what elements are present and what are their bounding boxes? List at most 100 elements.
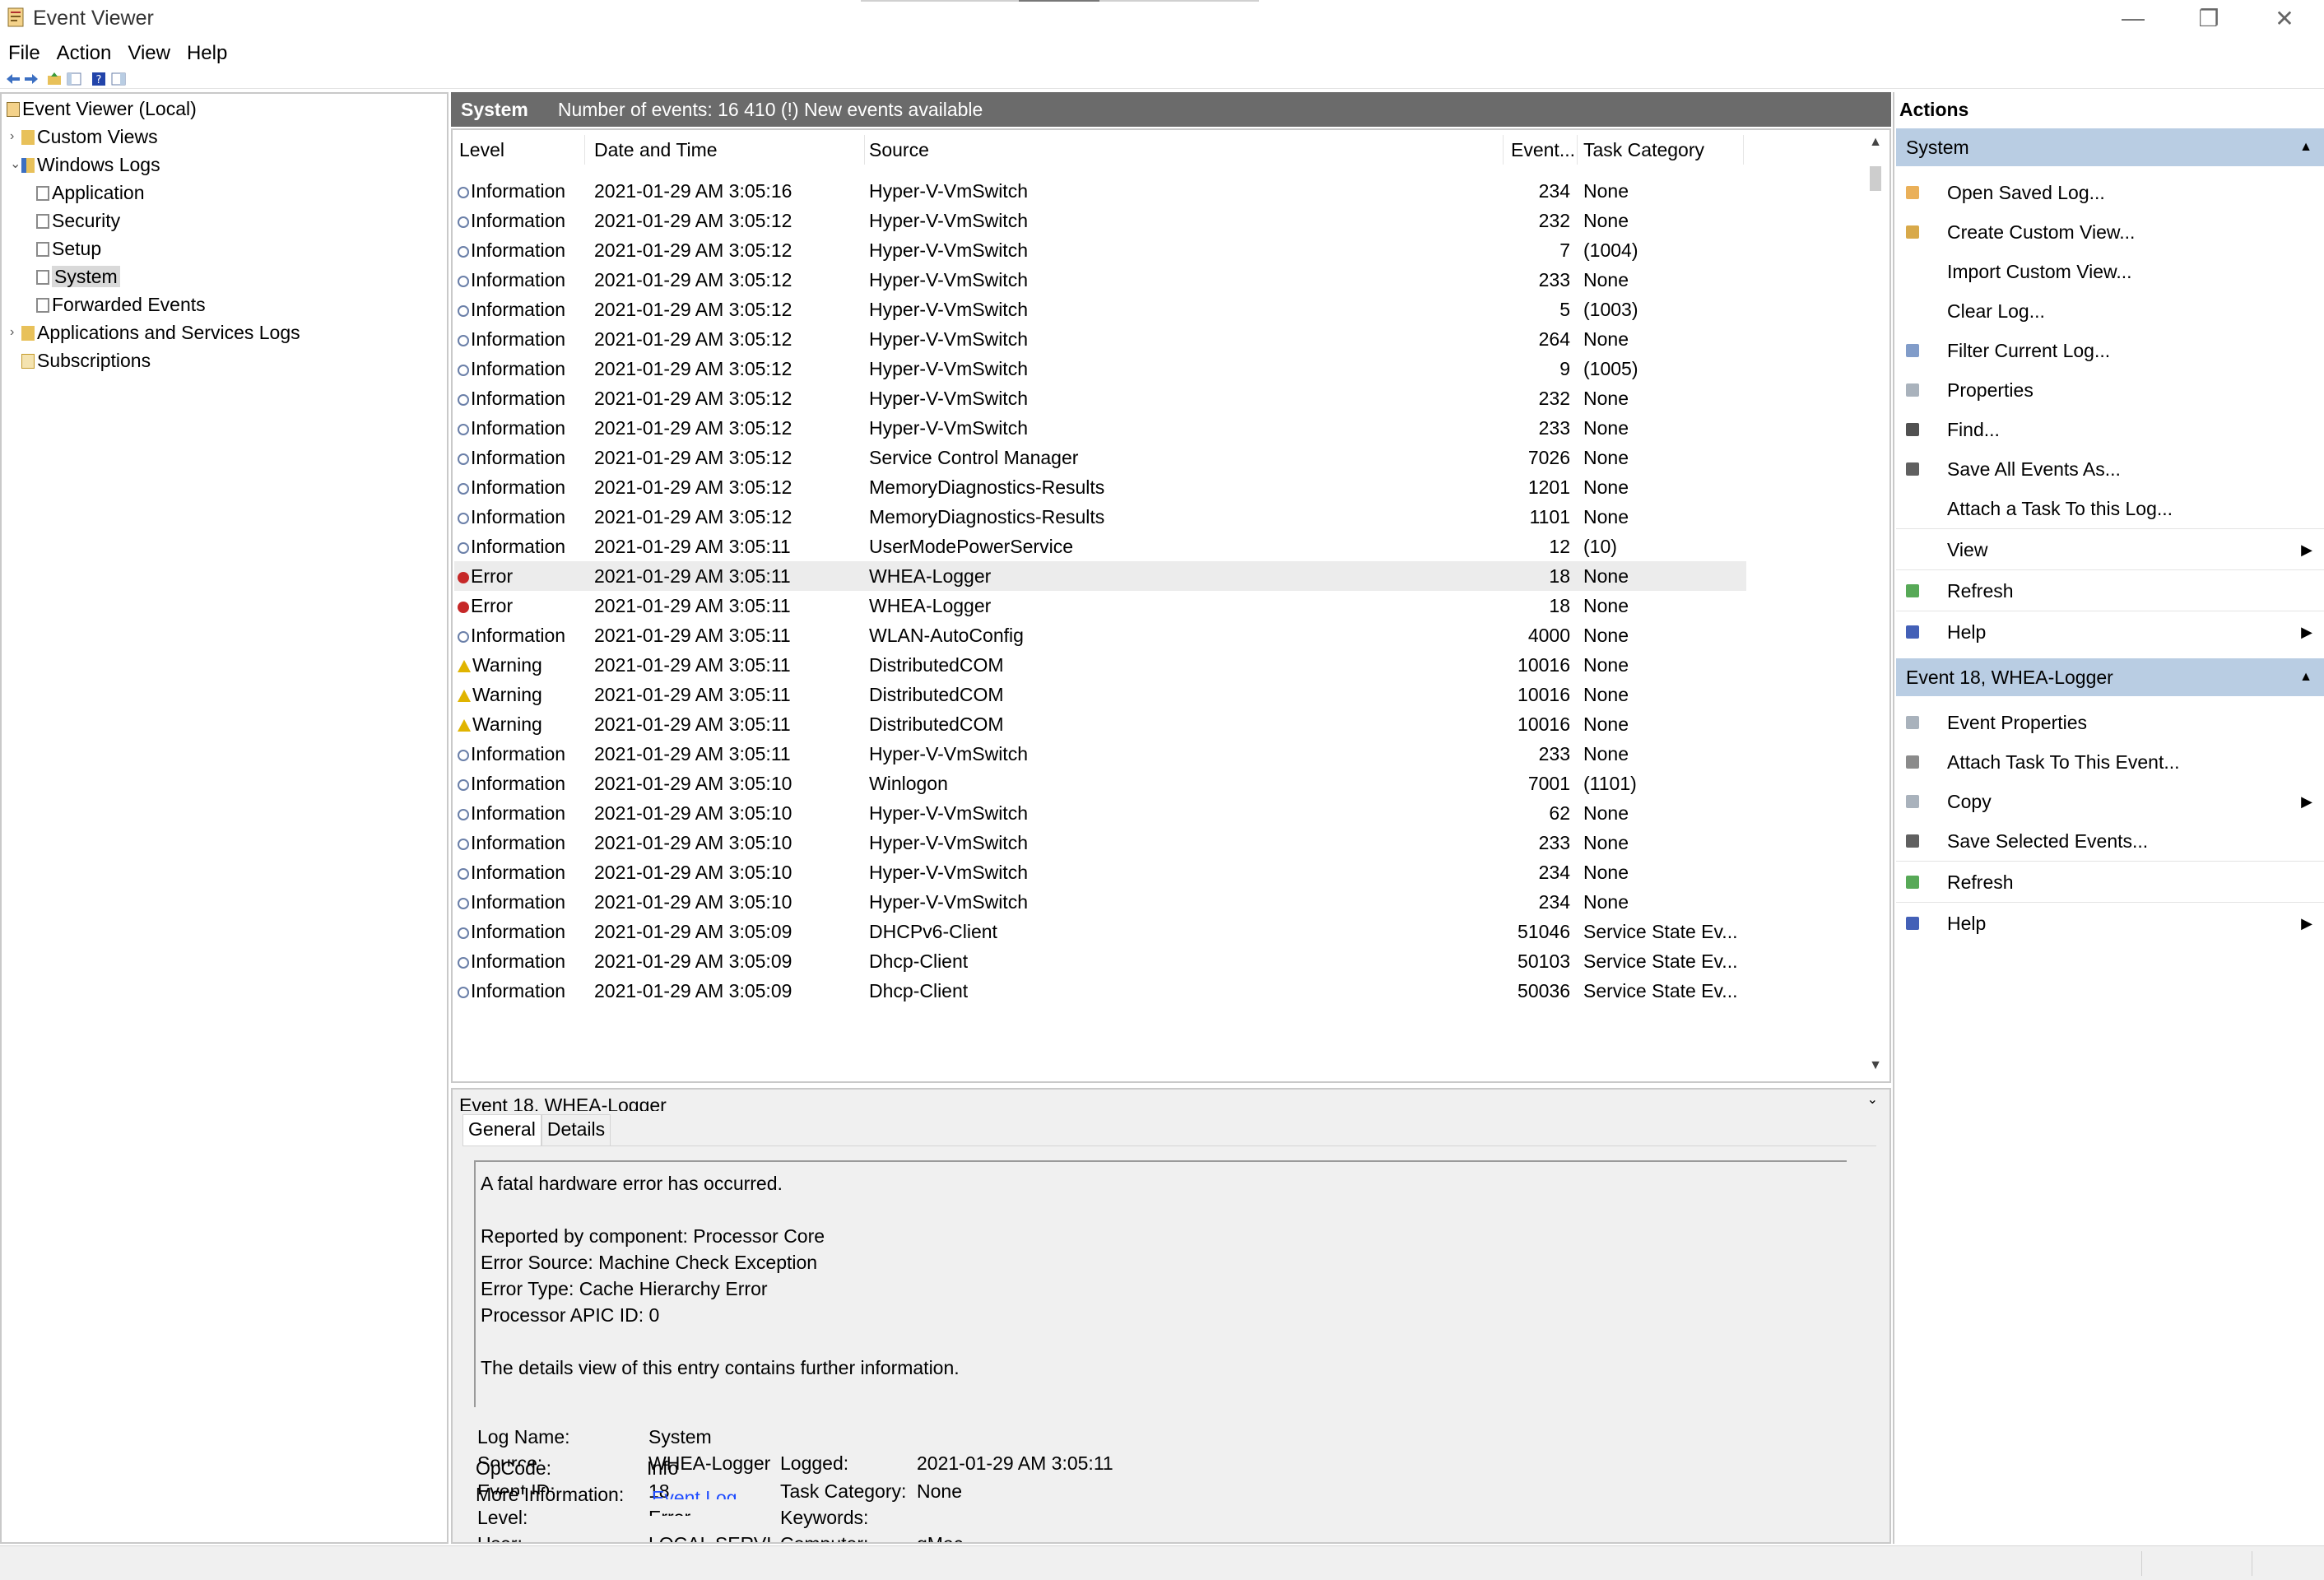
- tree-item-setup[interactable]: Setup: [36, 235, 101, 262]
- vertical-scrollbar[interactable]: ▲ ▼: [1862, 130, 1889, 1081]
- tree-item-subscriptions[interactable]: Subscriptions: [21, 347, 151, 374]
- event-row[interactable]: Warning 2021-01-29 AM 3:05:11 DistributedC…: [454, 709, 1746, 739]
- scroll-up-icon[interactable]: ▲: [1862, 130, 1889, 155]
- actions-section-event[interactable]: Event 18, WHEA-Logger ▲: [1896, 658, 2324, 696]
- event-row[interactable]: Warning 2021-01-29 AM 3:05:11 DistributedC…: [454, 650, 1746, 680]
- task-category-cell: None: [1583, 476, 1629, 498]
- event-row[interactable]: Information 2021-01-29 AM 3:05:10 Hyper-V-…: [454, 887, 1746, 917]
- event-row[interactable]: Information 2021-01-29 AM 3:05:12 Hyper-V-…: [454, 324, 1746, 354]
- collapse-section-icon[interactable]: ▲: [2299, 128, 2312, 166]
- level-text: Information: [471, 921, 566, 942]
- tab-details[interactable]: Details: [541, 1114, 611, 1146]
- event-id-cell: 62: [1549, 802, 1570, 824]
- tree-item-forwarded-events[interactable]: Forwarded Events: [36, 291, 206, 318]
- event-row[interactable]: Information 2021-01-29 AM 3:05:12 Hyper-V-…: [454, 413, 1746, 443]
- event-row[interactable]: Warning 2021-01-29 AM 3:05:11 DistributedC…: [454, 680, 1746, 709]
- expand-icon[interactable]: ›: [10, 319, 14, 346]
- tree-item-root[interactable]: Event Viewer (Local): [7, 95, 197, 122]
- action-open-saved-log[interactable]: Open Saved Log...: [1896, 173, 2324, 212]
- tree-item-windows-logs[interactable]: ⌄ Windows Logs: [10, 151, 160, 178]
- minimize-button[interactable]: —: [2095, 0, 2171, 36]
- column-task-category[interactable]: Task Category: [1583, 133, 1704, 166]
- show-hide-action-pane-icon[interactable]: [110, 71, 127, 87]
- column-separator[interactable]: [1577, 135, 1578, 165]
- action-save-selected-events[interactable]: Save Selected Events...: [1896, 821, 2324, 861]
- event-row[interactable]: Information 2021-01-29 AM 3:05:10 Hyper-V-…: [454, 857, 1746, 887]
- date-cell: 2021-01-29 AM 3:05:10: [594, 832, 792, 853]
- action-help[interactable]: Help ▶: [1896, 904, 2324, 943]
- action-attach-a-task-to-this-log[interactable]: Attach a Task To this Log...: [1896, 489, 2324, 528]
- show-hide-tree-icon[interactable]: [66, 71, 82, 87]
- event-row[interactable]: Information 2021-01-29 AM 3:05:10 Winlogon…: [454, 769, 1746, 798]
- event-row[interactable]: Information 2021-01-29 AM 3:05:11 WLAN-Aut…: [454, 620, 1746, 650]
- event-row[interactable]: Error 2021-01-29 AM 3:05:11 WHEA-Logger 18 N…: [454, 591, 1746, 620]
- action-save-all-events-as[interactable]: Save All Events As...: [1896, 449, 2324, 489]
- tree-item-system[interactable]: System: [36, 263, 120, 290]
- column-separator[interactable]: [864, 135, 865, 165]
- help-icon[interactable]: ?: [91, 71, 107, 87]
- event-row[interactable]: Information 2021-01-29 AM 3:05:12 Hyper-V-…: [454, 295, 1746, 324]
- action-properties[interactable]: Properties: [1896, 370, 2324, 410]
- event-row[interactable]: Information 2021-01-29 AM 3:05:12 Hyper-V-…: [454, 206, 1746, 235]
- event-log-help-link[interactable]: Event Log Online Help: [652, 1488, 742, 1499]
- event-message[interactable]: A fatal hardware error has occurred. Rep…: [474, 1160, 1847, 1407]
- menu-file[interactable]: File: [8, 42, 40, 65]
- event-row[interactable]: Information 2021-01-29 AM 3:05:09 Dhcp-Cli…: [454, 946, 1746, 976]
- event-row[interactable]: Information 2021-01-29 AM 3:05:12 Hyper-V-…: [454, 265, 1746, 295]
- menu-help[interactable]: Help: [187, 42, 227, 65]
- tab-general[interactable]: General: [462, 1114, 541, 1146]
- menu-action[interactable]: Action: [57, 42, 112, 65]
- close-button[interactable]: ✕: [2247, 0, 2322, 36]
- action-create-custom-view[interactable]: Create Custom View...: [1896, 212, 2324, 252]
- collapse-section-icon[interactable]: ▲: [2299, 658, 2312, 696]
- action-find[interactable]: Find...: [1896, 410, 2324, 449]
- action-refresh[interactable]: Refresh: [1896, 571, 2324, 611]
- restore-button[interactable]: ❐: [2171, 0, 2247, 36]
- back-icon[interactable]: [5, 71, 21, 87]
- column-event-id[interactable]: Event...: [1511, 133, 1575, 166]
- event-row[interactable]: Information 2021-01-29 AM 3:05:12 Hyper-V-…: [454, 235, 1746, 265]
- menu-view[interactable]: View: [128, 42, 170, 65]
- actions-section-system[interactable]: System ▲: [1896, 128, 2324, 166]
- tree-item-security[interactable]: Security: [36, 207, 120, 234]
- column-source[interactable]: Source: [869, 133, 929, 166]
- action-filter-current-log[interactable]: Filter Current Log...: [1896, 331, 2324, 370]
- event-row[interactable]: Error 2021-01-29 AM 3:05:11 WHEA-Logger 18 N…: [454, 561, 1746, 591]
- event-row[interactable]: Information 2021-01-29 AM 3:05:10 Hyper-V-…: [454, 798, 1746, 828]
- scroll-thumb[interactable]: [1870, 166, 1881, 191]
- collapse-icon[interactable]: ⌄: [10, 151, 21, 178]
- action-view[interactable]: View ▶: [1896, 530, 2324, 569]
- action-refresh[interactable]: Refresh: [1896, 862, 2324, 902]
- action-help[interactable]: Help ▶: [1896, 612, 2324, 652]
- column-date-time[interactable]: Date and Time: [594, 133, 718, 166]
- events-grid[interactable]: Level Date and Time Source Event... Task…: [451, 128, 1891, 1083]
- event-row[interactable]: Information 2021-01-29 AM 3:05:09 Dhcp-Cli…: [454, 976, 1746, 1006]
- tree-item-custom-views[interactable]: › Custom Views: [10, 123, 158, 150]
- event-row[interactable]: Information 2021-01-29 AM 3:05:10 Hyper-V-…: [454, 828, 1746, 857]
- action-event-properties[interactable]: Event Properties: [1896, 703, 2324, 742]
- tree-item-app-services-logs[interactable]: › Applications and Services Logs: [10, 319, 300, 346]
- event-row[interactable]: Information 2021-01-29 AM 3:05:12 Hyper-V-…: [454, 383, 1746, 413]
- event-row[interactable]: Information 2021-01-29 AM 3:05:09 DHCPv6-C…: [454, 917, 1746, 946]
- action-clear-log[interactable]: Clear Log...: [1896, 291, 2324, 331]
- column-separator[interactable]: [1503, 135, 1504, 165]
- event-row[interactable]: Information 2021-01-29 AM 3:05:12 MemoryDi…: [454, 502, 1746, 532]
- event-row[interactable]: Information 2021-01-29 AM 3:05:16 Hyper-V-…: [454, 176, 1746, 206]
- tree-item-application[interactable]: Application: [36, 179, 145, 206]
- expand-icon[interactable]: ›: [10, 123, 14, 150]
- collapse-detail-icon[interactable]: ⌄: [1867, 1091, 1878, 1108]
- up-folder-icon[interactable]: [46, 71, 63, 87]
- action-copy[interactable]: Copy ▶: [1896, 782, 2324, 821]
- action-import-custom-view[interactable]: Import Custom View...: [1896, 252, 2324, 291]
- event-row[interactable]: Information 2021-01-29 AM 3:05:12 Hyper-V-…: [454, 354, 1746, 383]
- event-row[interactable]: Information 2021-01-29 AM 3:05:11 Hyper-V-…: [454, 739, 1746, 769]
- scroll-down-icon[interactable]: ▼: [1862, 1053, 1889, 1078]
- column-separator[interactable]: [584, 135, 585, 165]
- forward-icon[interactable]: [23, 71, 40, 87]
- column-level[interactable]: Level: [459, 133, 504, 166]
- event-row[interactable]: Information 2021-01-29 AM 3:05:11 UserMode…: [454, 532, 1746, 561]
- event-row[interactable]: Information 2021-01-29 AM 3:05:12 Service …: [454, 443, 1746, 472]
- event-row[interactable]: Information 2021-01-29 AM 3:05:12 MemoryDi…: [454, 472, 1746, 502]
- action-attach-task-to-this-event[interactable]: Attach Task To This Event...: [1896, 742, 2324, 782]
- column-separator[interactable]: [1743, 135, 1744, 165]
